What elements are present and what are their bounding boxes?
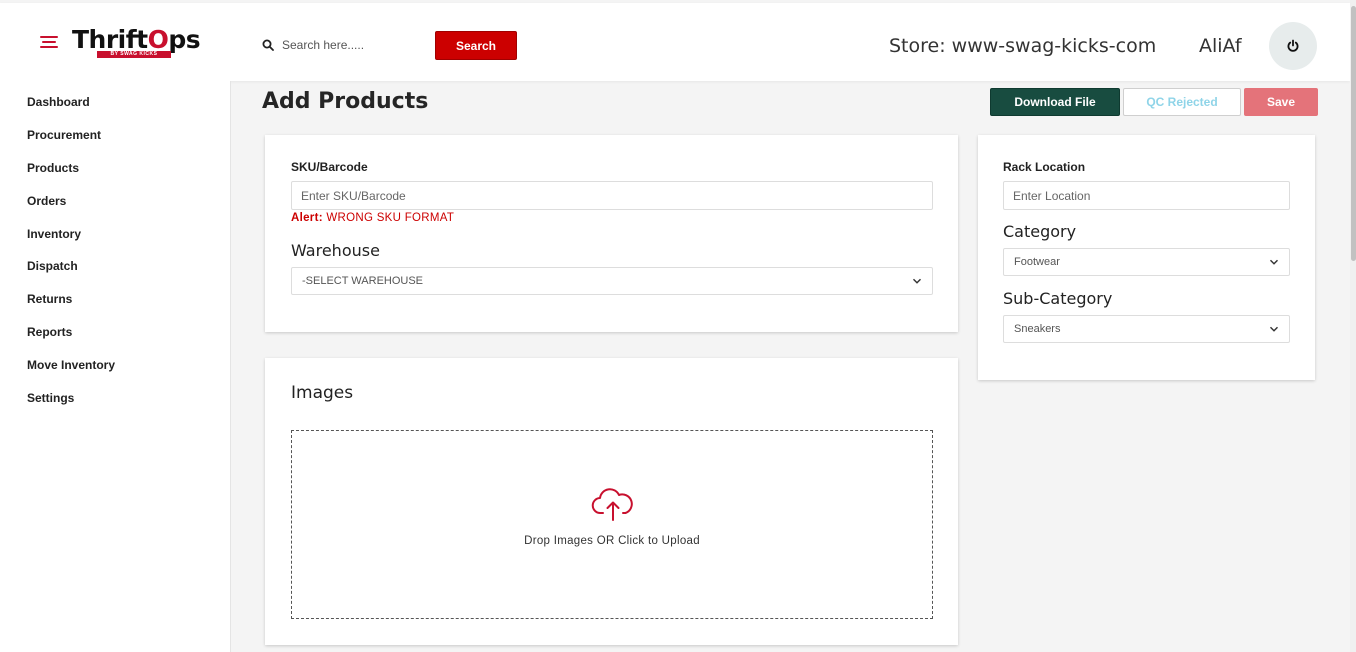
warehouse-value: -SELECT WAREHOUSE <box>302 275 424 287</box>
sidebar: Dashboard Procurement Products Orders In… <box>0 81 231 652</box>
chevron-down-icon <box>1269 259 1279 265</box>
image-dropzone[interactable]: Drop Images OR Click to Upload <box>291 430 933 619</box>
subcategory-select[interactable]: Sneakers <box>1003 315 1290 343</box>
subcategory-value: Sneakers <box>1014 323 1061 335</box>
sidebar-item-dispatch[interactable]: Dispatch <box>27 259 78 273</box>
menu-icon[interactable] <box>40 36 58 50</box>
sidebar-item-returns[interactable]: Returns <box>27 292 72 306</box>
sidebar-item-orders[interactable]: Orders <box>27 194 66 208</box>
category-value: Footwear <box>1014 256 1060 268</box>
warehouse-label: Warehouse <box>291 241 380 260</box>
category-select[interactable]: Footwear <box>1003 248 1290 276</box>
store-label: Store: www-swag-kicks-com <box>889 35 1157 57</box>
scrollbar-thumb[interactable] <box>1351 6 1356 261</box>
sidebar-item-inventory[interactable]: Inventory <box>27 227 81 241</box>
user-name: AliAf <box>1199 35 1242 57</box>
top-bar: ThriftOps BY SWAG KICKS Search Store: ww… <box>0 3 1350 81</box>
category-label: Category <box>1003 222 1077 241</box>
sku-alert: Alert: WRONG SKU FORMAT <box>291 212 454 224</box>
page-title: Add Products <box>262 89 429 114</box>
qc-rejected-button[interactable]: QC Rejected <box>1123 88 1241 116</box>
sku-label: SKU/Barcode <box>291 160 368 174</box>
download-file-button[interactable]: Download File <box>990 88 1120 116</box>
rack-input[interactable] <box>1003 181 1290 210</box>
sidebar-item-move-inventory[interactable]: Move Inventory <box>27 358 115 372</box>
sidebar-item-procurement[interactable]: Procurement <box>27 128 101 142</box>
power-icon <box>1287 39 1299 52</box>
logo[interactable]: ThriftOps BY SWAG KICKS <box>72 25 201 61</box>
logo-text: ThriftOps <box>72 25 201 54</box>
save-button[interactable]: Save <box>1244 88 1318 116</box>
sku-input[interactable] <box>291 181 933 210</box>
chevron-down-icon <box>1269 326 1279 332</box>
images-label: Images <box>291 383 354 403</box>
sidebar-item-dashboard[interactable]: Dashboard <box>27 95 90 109</box>
warehouse-select[interactable]: -SELECT WAREHOUSE <box>291 267 933 295</box>
search-icon <box>262 39 274 51</box>
search-input[interactable] <box>282 33 422 57</box>
search-button[interactable]: Search <box>435 31 517 60</box>
alert-prefix: Alert: <box>291 212 323 224</box>
sidebar-item-products[interactable]: Products <box>27 161 79 175</box>
chevron-down-icon <box>912 278 922 284</box>
app-root: ThriftOps BY SWAG KICKS Search Store: ww… <box>0 0 1356 652</box>
alert-message: WRONG SKU FORMAT <box>326 212 455 224</box>
sidebar-item-reports[interactable]: Reports <box>27 325 72 339</box>
rack-label: Rack Location <box>1003 160 1086 174</box>
sku-card <box>265 135 958 332</box>
logo-subtitle: BY SWAG KICKS <box>97 51 171 58</box>
logout-button[interactable] <box>1269 22 1317 70</box>
dropzone-text: Drop Images OR Click to Upload <box>524 535 700 547</box>
sidebar-item-settings[interactable]: Settings <box>27 391 74 405</box>
cloud-upload-icon <box>591 488 633 521</box>
subcategory-label: Sub-Category <box>1003 289 1113 308</box>
